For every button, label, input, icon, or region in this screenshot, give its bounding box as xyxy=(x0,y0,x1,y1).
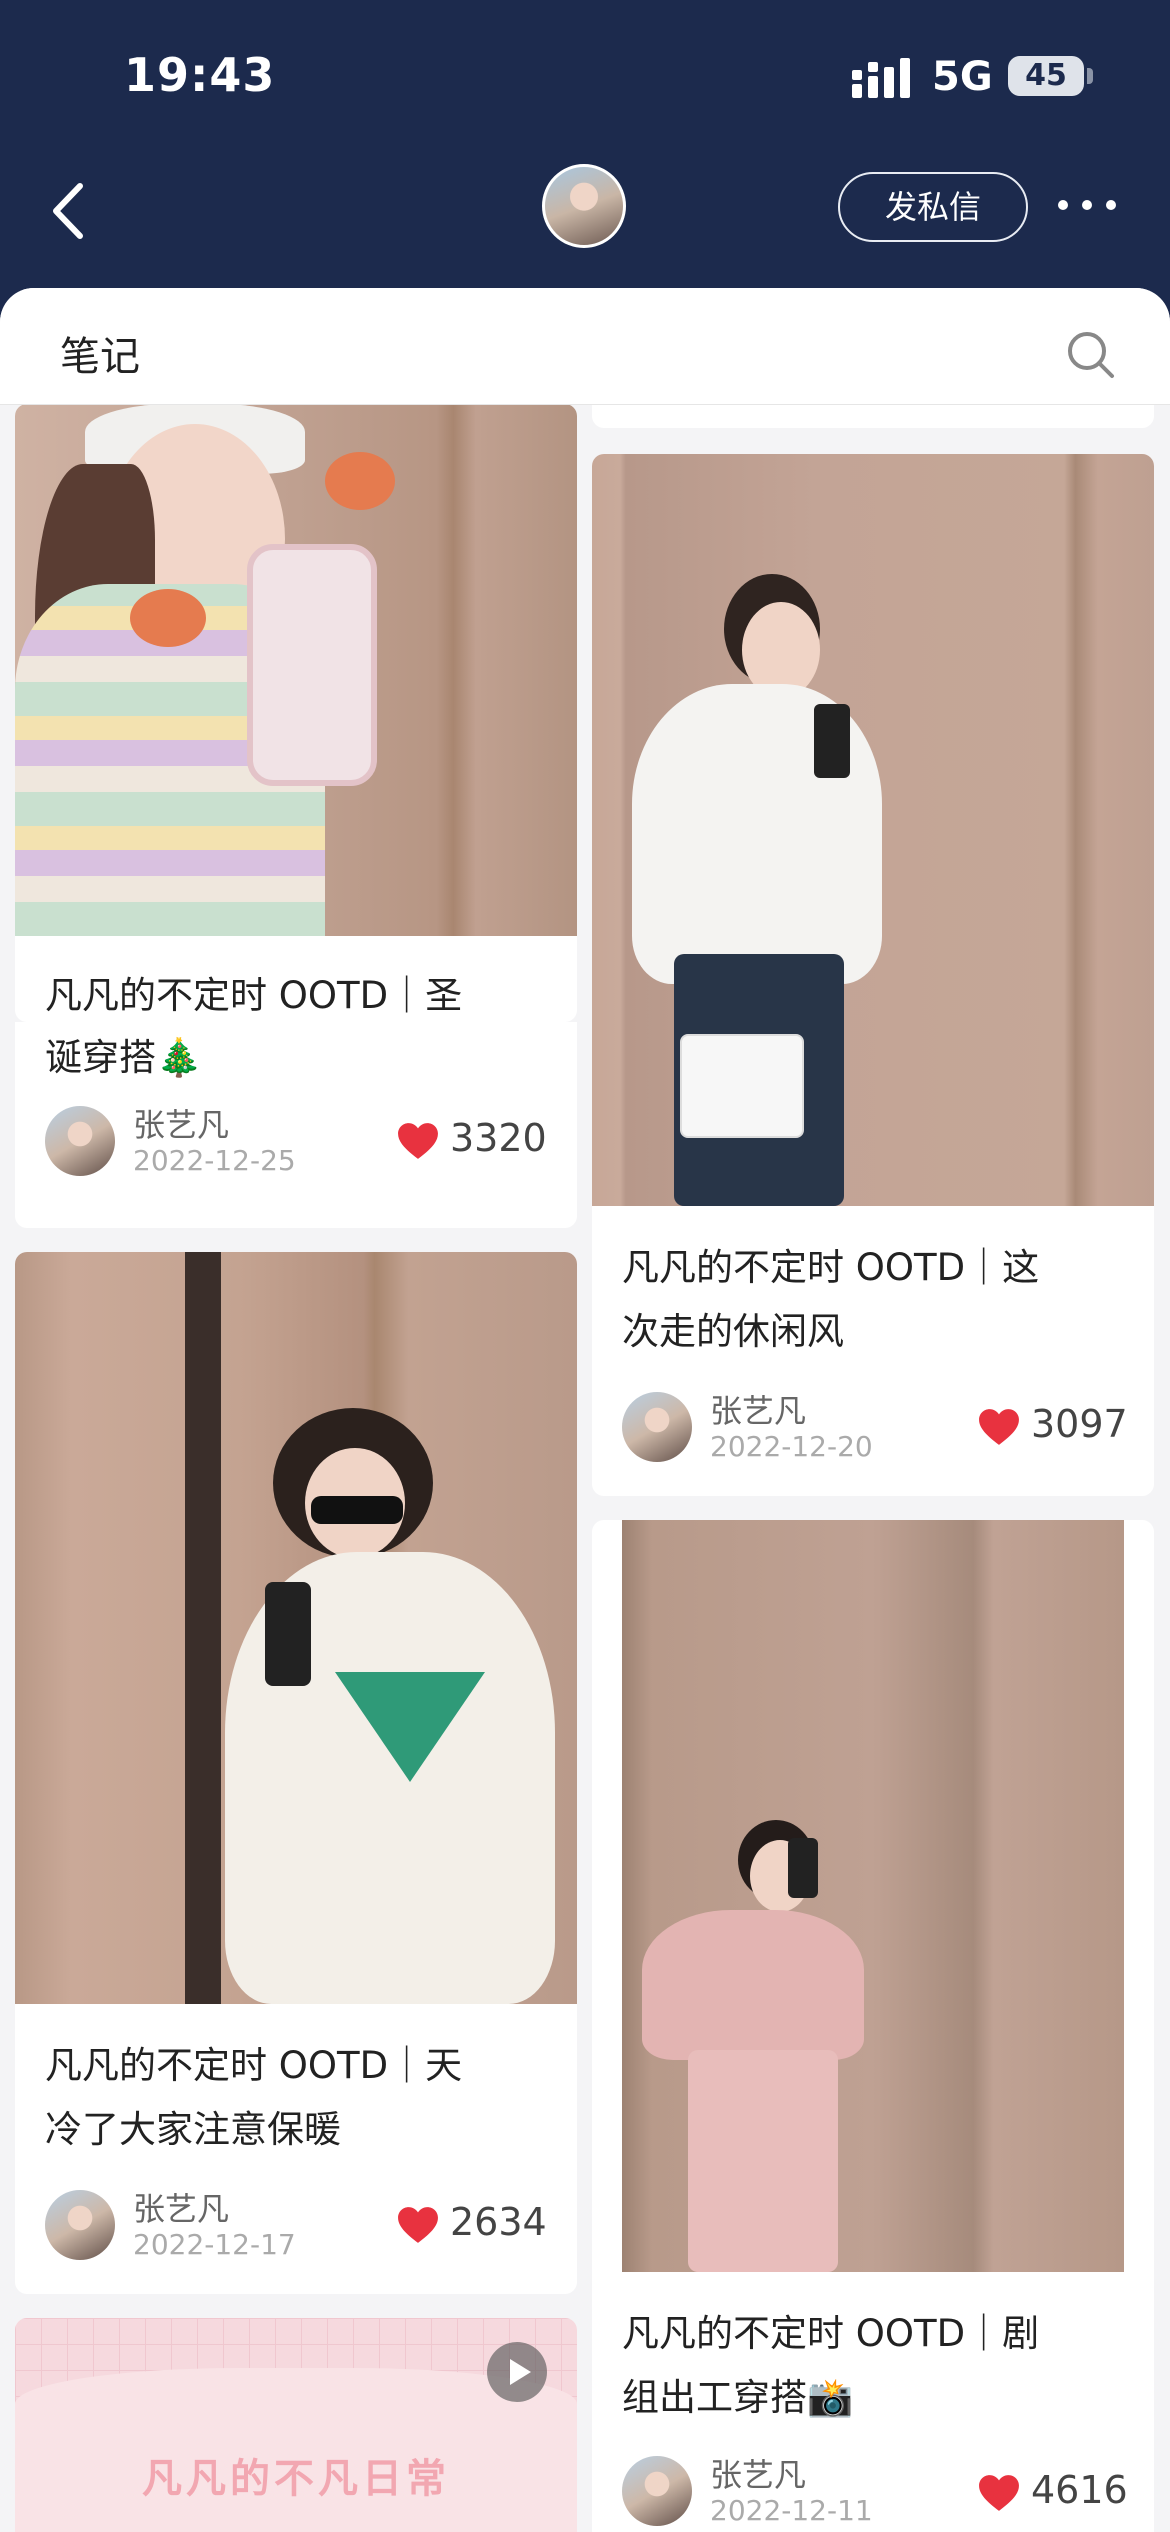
like-count: 3320 xyxy=(450,1116,547,1160)
note-cover-image: 凡凡的不凡日常 xyxy=(15,2318,577,2532)
photo-glasses xyxy=(311,1496,403,1524)
note-title-line: 凡凡的不定时 OOTD｜这 xyxy=(622,1246,1040,1289)
status-time: 19:43 xyxy=(124,48,276,102)
more-dots-icon[interactable] xyxy=(1058,200,1118,214)
heart-icon[interactable] xyxy=(978,1408,1020,1446)
author-avatar xyxy=(45,2190,115,2260)
photo-top xyxy=(642,1910,864,2060)
note-title-line: 诞穿搭🎄 xyxy=(45,1036,203,1079)
cellular-signal-icon xyxy=(852,58,910,98)
note-card[interactable]: 凡凡的不凡日常 xyxy=(15,2318,577,2532)
author-name: 张艺凡 xyxy=(710,1392,807,1430)
note-cover-image xyxy=(622,1520,1124,2272)
network-type: 5G xyxy=(932,54,993,100)
note-cover-image xyxy=(15,404,577,936)
notes-header: 笔记 xyxy=(0,288,1170,405)
heart-icon[interactable] xyxy=(397,1122,439,1160)
photo-phone xyxy=(788,1838,818,1898)
photo-phone xyxy=(265,1582,311,1686)
note-cover-image xyxy=(592,454,1154,1206)
status-bar: 19:43 5G 45 xyxy=(0,0,1170,150)
cover-text: 凡凡的不凡日常 xyxy=(142,2456,450,2502)
heart-icon[interactable] xyxy=(397,2206,439,2244)
battery-level: 45 xyxy=(1025,58,1067,93)
profile-avatar[interactable] xyxy=(542,164,626,248)
photo-bag xyxy=(680,1034,804,1138)
note-title-line: 组出工穿搭📸 xyxy=(622,2376,854,2419)
note-date: 2022-12-25 xyxy=(133,1144,296,1177)
search-icon[interactable] xyxy=(1066,330,1116,380)
note-card[interactable]: 凡凡的不定时 OOTD｜这 次走的休闲风 张艺凡 2022-12-20 3097 xyxy=(592,454,1154,1496)
photo-sticker xyxy=(130,589,206,647)
author-name: 张艺凡 xyxy=(710,2456,807,2494)
note-title-line: 次走的休闲风 xyxy=(622,1310,844,1353)
battery-icon: 45 xyxy=(1008,56,1084,96)
note-date: 2022-12-11 xyxy=(710,2494,873,2527)
photo-sticker xyxy=(325,452,395,510)
note-title: 凡凡的不定时 OOTD｜圣 xyxy=(45,964,555,1022)
note-cover-image xyxy=(15,1252,577,2004)
battery-terminal xyxy=(1087,68,1093,84)
send-message-button[interactable]: 发私信 xyxy=(838,172,1028,242)
heart-icon[interactable] xyxy=(978,2474,1020,2512)
author-avatar xyxy=(622,2456,692,2526)
note-card[interactable]: 凡凡的不定时 OOTD｜剧 组出工穿搭📸 张艺凡 2022-12-11 4616 xyxy=(592,1520,1154,2532)
notes-sheet: 笔记 凡凡的不定时 OOTD｜圣 诞穿搭🎄 张艺凡 2022-12-25 332… xyxy=(0,288,1170,2532)
photo-phone xyxy=(247,544,377,786)
author-name: 张艺凡 xyxy=(133,2190,230,2228)
note-title-line: 凡凡的不定时 OOTD｜剧 xyxy=(622,2312,1040,2355)
notes-title: 笔记 xyxy=(60,334,140,380)
like-count: 4616 xyxy=(1031,2468,1128,2512)
photo-mirror-edge xyxy=(185,1252,221,2004)
note-date: 2022-12-17 xyxy=(133,2228,296,2261)
like-count: 3097 xyxy=(1031,1402,1128,1446)
author-avatar xyxy=(622,1392,692,1462)
play-icon[interactable] xyxy=(487,2342,547,2402)
photo-phone xyxy=(814,704,850,778)
note-title-line: 冷了大家注意保暖 xyxy=(45,2108,341,2151)
note-card[interactable]: 凡凡的不定时 OOTD｜天 冷了大家注意保暖 张艺凡 2022-12-17 26… xyxy=(15,1252,577,2294)
photo-pants xyxy=(688,2050,838,2272)
author-name: 张艺凡 xyxy=(133,1106,230,1144)
note-card-body: 诞穿搭🎄 张艺凡 2022-12-25 3320 xyxy=(15,1022,577,1228)
author-avatar xyxy=(45,1106,115,1176)
chevron-left-icon[interactable] xyxy=(44,176,94,246)
note-title-line: 凡凡的不定时 OOTD｜天 xyxy=(45,2044,463,2087)
note-card[interactable]: 凡凡的不定时 OOTD｜圣 xyxy=(15,404,577,1022)
note-date: 2022-12-20 xyxy=(710,1430,873,1463)
like-count: 2634 xyxy=(450,2200,547,2244)
note-title-line: 凡凡的不定时 OOTD｜圣 xyxy=(45,974,463,1017)
